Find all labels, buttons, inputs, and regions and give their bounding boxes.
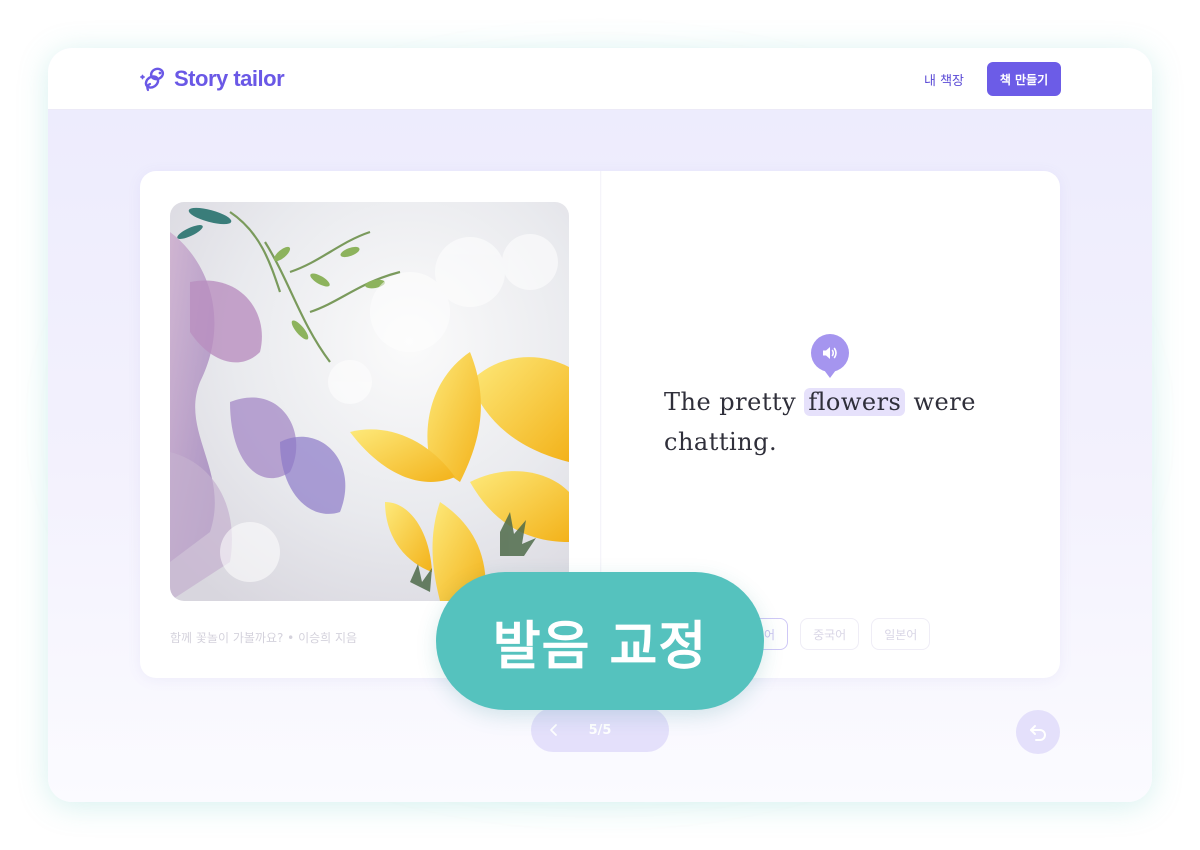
story-illustration [170, 202, 569, 601]
language-selector: 영어 중국어 일본어 [740, 618, 931, 650]
back-button[interactable] [1016, 710, 1060, 754]
create-book-button[interactable]: 책 만들기 [987, 62, 1061, 96]
language-option-japanese[interactable]: 일본어 [871, 618, 931, 650]
brand-name: Story tailor [174, 66, 285, 91]
top-navigation-bar: Story tailor 내 책장 책 만들기 [48, 48, 1152, 110]
highlighted-word[interactable]: flowers [804, 388, 906, 416]
undo-icon [1030, 725, 1046, 741]
sentence-text-before: The pretty [664, 388, 805, 416]
flower-ice-image [170, 202, 569, 601]
play-audio-button[interactable] [811, 334, 849, 378]
nav-my-books[interactable]: 내 책장 [924, 70, 964, 89]
brand-logo[interactable]: Story tailor [138, 64, 285, 94]
page-indicator: 5/5 [588, 722, 612, 738]
language-option-chinese[interactable]: 중국어 [800, 618, 860, 650]
page-navigator: 5/5 [531, 708, 669, 752]
chevron-left-icon[interactable] [547, 723, 561, 737]
speaker-icon [823, 347, 837, 359]
bee-logo-icon [140, 67, 165, 92]
book-caption: 함께 꽃놀이 가볼까요? • 이승희 지음 [170, 631, 358, 645]
pronunciation-correction-badge: 발음 교정 [436, 572, 764, 710]
story-sentence: The pretty flowers were chatting. [664, 382, 984, 462]
